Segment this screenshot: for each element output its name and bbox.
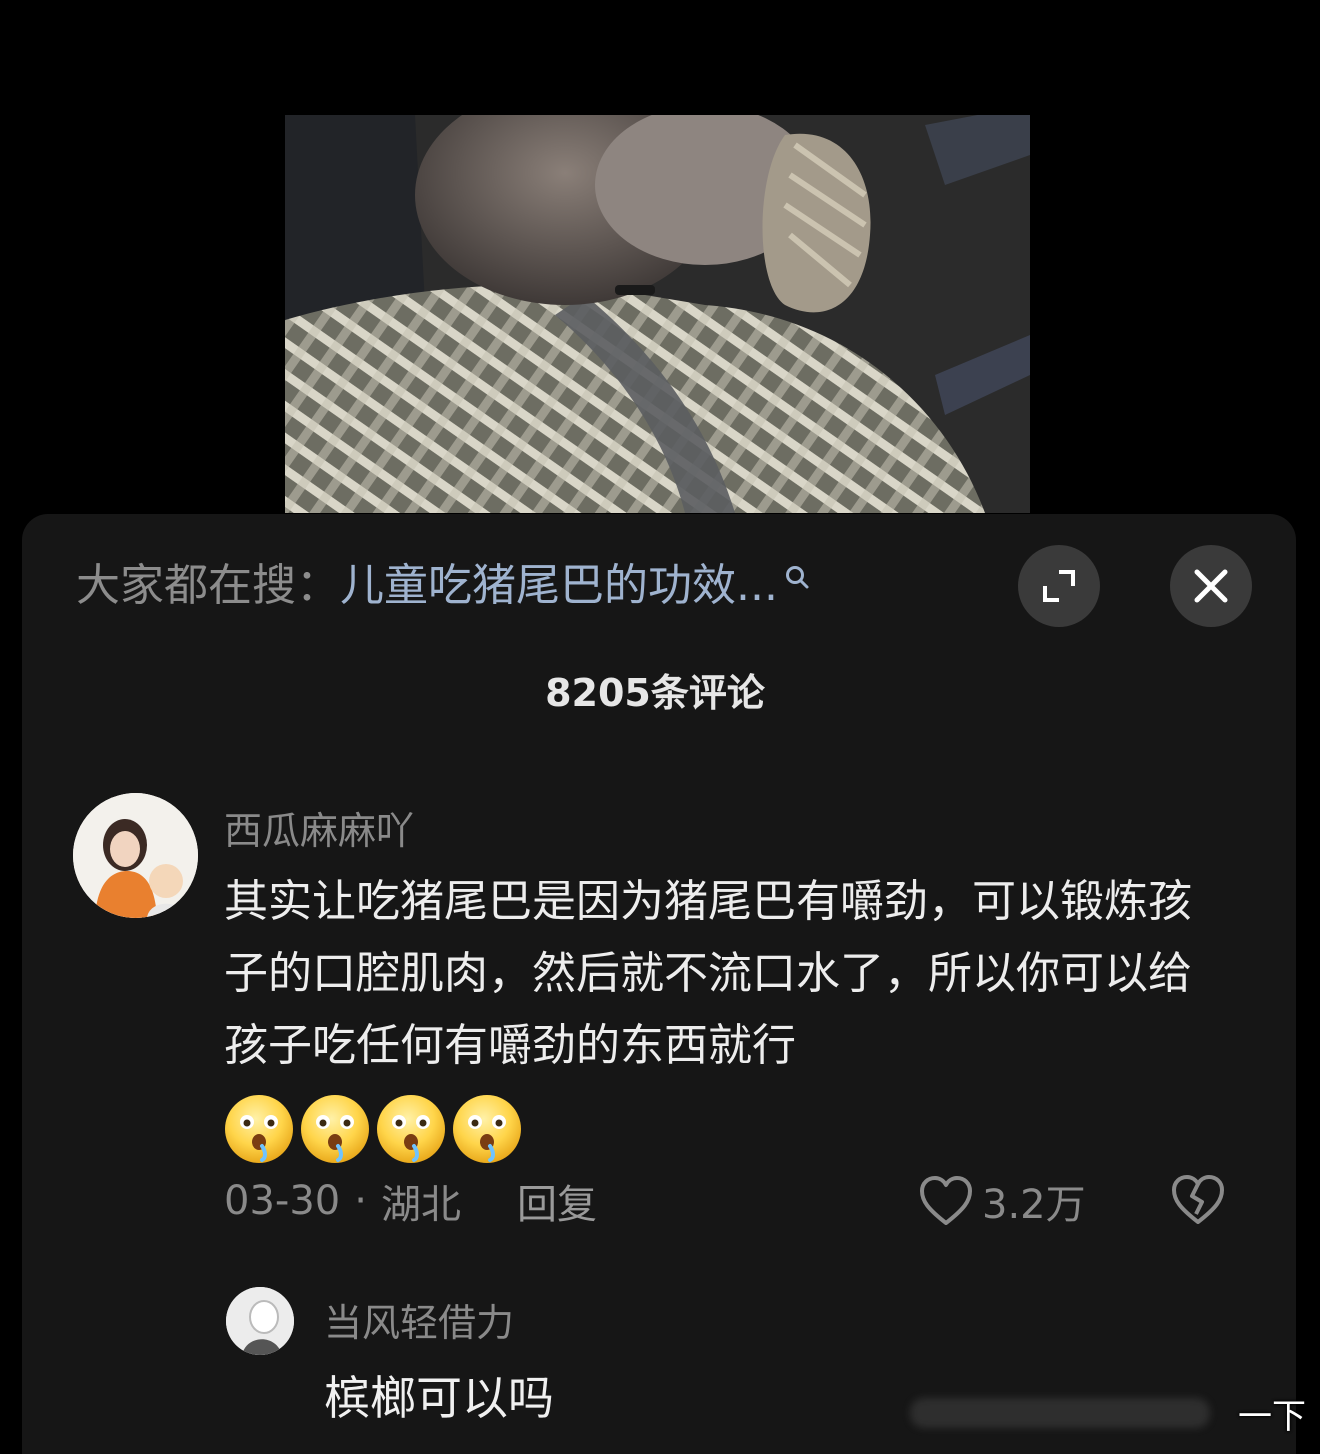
expand-button[interactable]: [1018, 545, 1100, 627]
broken-heart-icon: [1172, 1175, 1224, 1224]
heart-icon: [920, 1176, 972, 1225]
watermark-text: 一下: [1238, 1396, 1306, 1437]
avatar[interactable]: [73, 793, 198, 918]
meta-separator: ·: [354, 1178, 367, 1224]
watermark: 一下: [910, 1388, 1320, 1438]
comment-username[interactable]: 西瓜麻麻吖: [224, 800, 414, 855]
reply-username[interactable]: 当风轻借力: [324, 1292, 514, 1347]
dislike-button[interactable]: [1170, 1174, 1226, 1230]
close-button[interactable]: [1170, 545, 1252, 627]
search-suggestion-query[interactable]: 儿童吃猪尾巴的功效...: [340, 556, 778, 616]
watermark-blur: [910, 1398, 1210, 1428]
search-suggestion-prefix: 大家都在搜：: [76, 560, 340, 611]
close-icon: [1194, 569, 1228, 603]
expand-icon: [1043, 570, 1075, 602]
video-thumbnail: [285, 115, 1030, 513]
emoji-row: [222, 1092, 524, 1170]
drooling-face-icon: [374, 1092, 448, 1170]
like-count: 3.2万: [982, 1182, 1086, 1228]
reply-button[interactable]: 回复: [517, 1172, 597, 1230]
comment-meta: 03-30 · 湖北 回复: [224, 1172, 597, 1230]
video-frame[interactable]: [285, 115, 1030, 513]
drooling-face-icon: [298, 1092, 372, 1170]
comment-date: 03-30: [224, 1178, 341, 1224]
comment-location: 湖北: [380, 1182, 461, 1228]
drooling-face-icon: [222, 1092, 296, 1170]
reply-avatar[interactable]: [226, 1287, 294, 1355]
search-icon[interactable]: [784, 546, 810, 606]
search-suggestion[interactable]: 大家都在搜： 儿童吃猪尾巴的功效...: [76, 556, 810, 616]
drooling-face-icon: [450, 1092, 524, 1170]
comment-text: 其实让吃猪尾巴是因为猪尾巴有嚼劲，可以锻炼孩子的口腔肌肉，然后就不流口水了，所以…: [224, 876, 1192, 1071]
like-button[interactable]: 3.2万: [918, 1172, 1086, 1230]
video-area[interactable]: [0, 0, 1320, 520]
reply-text: 槟榔可以吗: [324, 1371, 554, 1425]
comment-count-title: 8205条评论: [545, 671, 765, 715]
